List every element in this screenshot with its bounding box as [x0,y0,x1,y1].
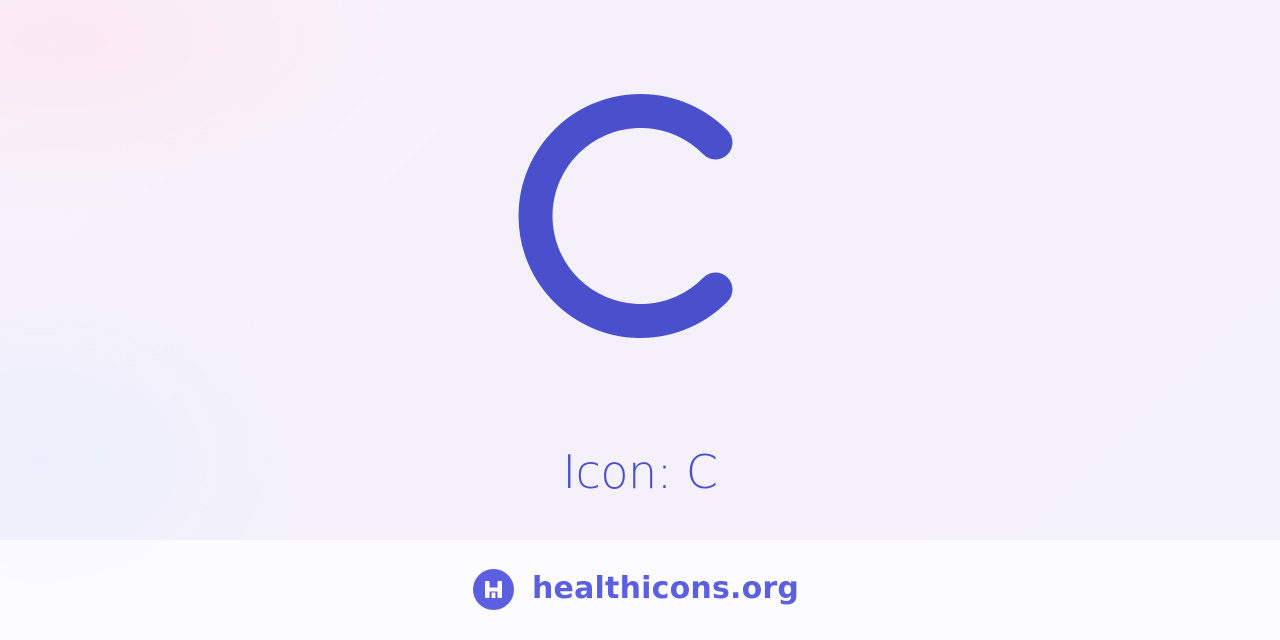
footer-bar: healthicons.org [0,540,1280,640]
c-icon [505,86,775,356]
page-title: Icon: C [562,445,718,499]
icon-preview: Icon: C [0,0,1280,540]
healthicons-h-icon [473,568,514,610]
brand-name: healthicons.org [532,571,800,606]
healthicons-link[interactable]: healthicons.org [473,568,799,610]
